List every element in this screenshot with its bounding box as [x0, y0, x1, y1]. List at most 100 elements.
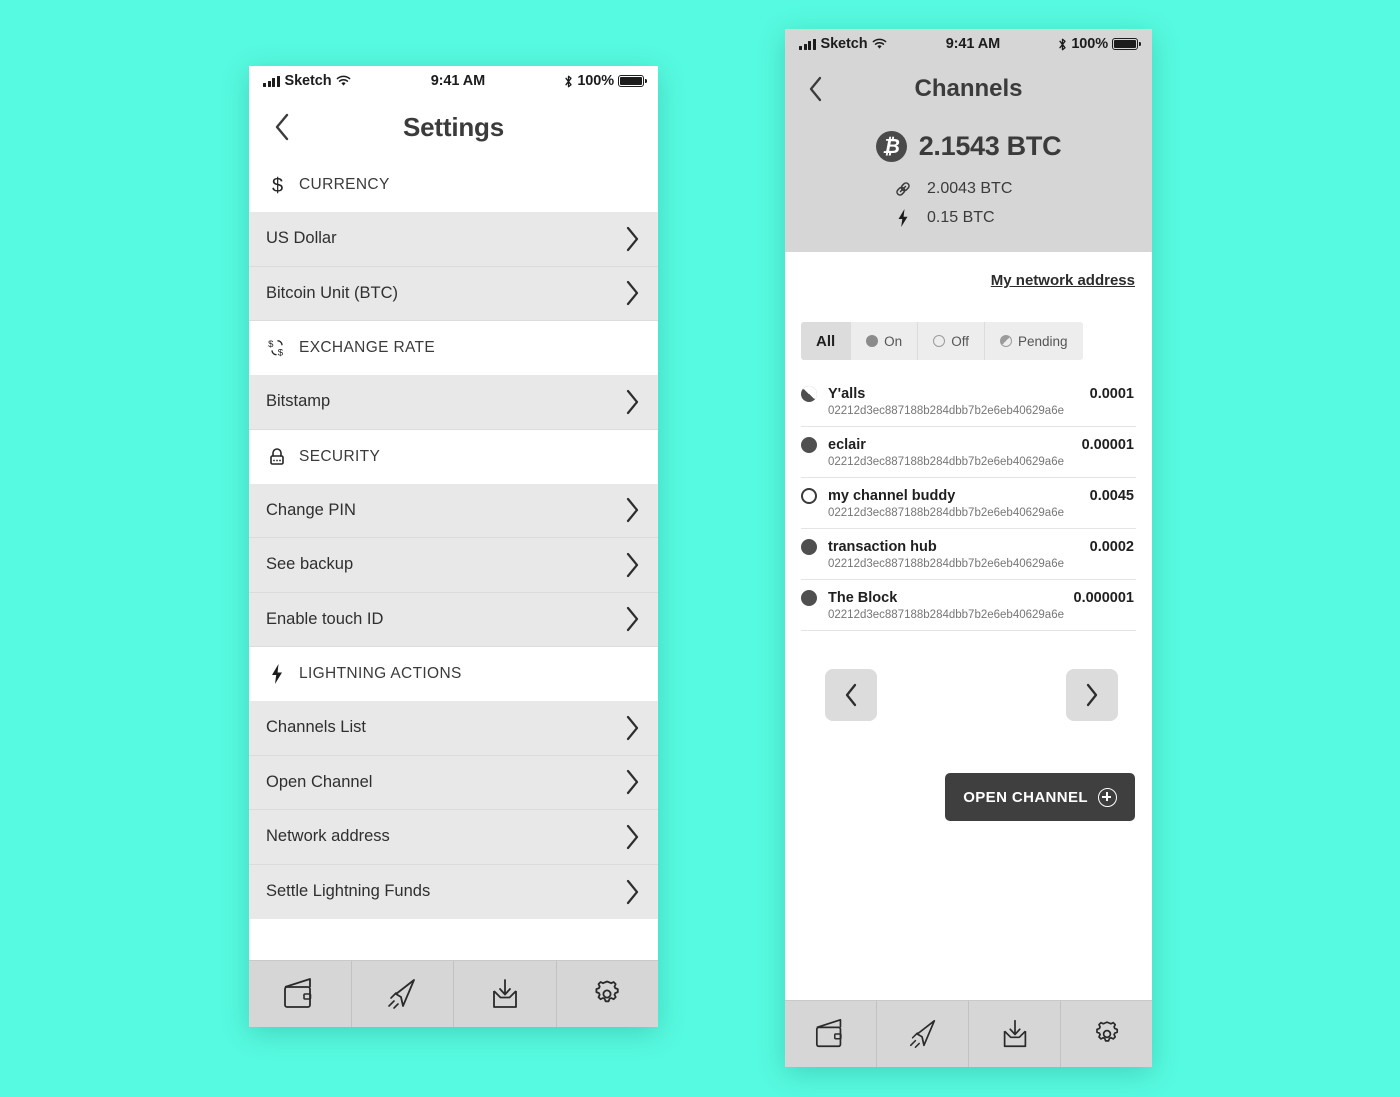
chevron-left-icon: [275, 113, 289, 141]
setting-row-us-dollar[interactable]: US Dollar: [249, 212, 658, 267]
battery-icon: [1112, 38, 1141, 50]
pagination-controls: [801, 631, 1136, 721]
status-on-icon: [801, 590, 817, 606]
channel-row-top: my channel buddy 0.0045: [801, 488, 1134, 504]
send-icon: [909, 1019, 935, 1048]
tab-wallet[interactable]: [785, 1001, 877, 1067]
channel-node-id: 02212d3ec887188b284dbb7b2e6eb40629a6e: [828, 609, 1064, 621]
chevron-right-icon: [625, 879, 640, 905]
sub-balances: 2.0043 BTC 0.15 BTC: [785, 174, 1152, 232]
setting-row-settle-lightning-funds[interactable]: Settle Lightning Funds: [249, 864, 658, 919]
setting-row-label: Change PIN: [266, 500, 356, 519]
section-header-security: SECURITY: [249, 429, 658, 484]
channel-row-top: Y'alls 0.0001: [801, 386, 1134, 402]
status-off-icon: [801, 488, 817, 504]
list-item[interactable]: The Block 0.000001 02212d3ec887188b284db…: [801, 580, 1136, 631]
battery-icon: [618, 75, 647, 87]
channel-row-top: transaction hub 0.0002: [801, 539, 1134, 555]
tab-receive[interactable]: [454, 961, 557, 1027]
lightning-bolt-icon: [266, 662, 288, 686]
list-item[interactable]: Y'alls 0.0001 02212d3ec887188b284dbb7b2e…: [801, 376, 1136, 427]
setting-row-bitstamp[interactable]: Bitstamp: [249, 375, 658, 430]
settings-nav-bar: Settings: [249, 96, 658, 158]
chain-link-icon: [893, 179, 913, 199]
send-icon: [388, 979, 416, 1009]
filter-tab-off[interactable]: Off: [918, 322, 985, 360]
prev-page-button[interactable]: [825, 669, 877, 721]
channel-amount: 0.0045: [1089, 488, 1134, 504]
setting-row-open-channel[interactable]: Open Channel: [249, 755, 658, 810]
status-bar-right: 100%: [564, 73, 647, 89]
chevron-right-icon: [625, 769, 640, 795]
status-pending-icon: [801, 386, 817, 402]
section-label: EXCHANGE RATE: [299, 339, 436, 356]
channel-node-id: 02212d3ec887188b284dbb7b2e6eb40629a6e: [828, 507, 1064, 519]
setting-row-label: US Dollar: [266, 229, 337, 248]
back-button[interactable]: [265, 107, 299, 147]
wallet-icon: [283, 978, 312, 1008]
list-item[interactable]: transaction hub 0.0002 02212d3ec887188b2…: [801, 529, 1136, 580]
phone-settings-screen: Sketch 9:41 AM 100% Settings $ CURRENCY …: [249, 66, 658, 1027]
lightning-bolt-icon: [893, 208, 913, 228]
setting-row-bitcoin-unit[interactable]: Bitcoin Unit (BTC): [249, 266, 658, 321]
bitcoin-icon: ₿: [875, 131, 907, 162]
section-header-exchange-rate: $ $ EXCHANGE RATE: [249, 321, 658, 375]
hollow-circle-icon: [933, 335, 946, 347]
open-channel-button[interactable]: OPEN CHANNEL: [945, 773, 1135, 821]
channel-name: my channel buddy: [828, 488, 956, 504]
filter-tab-all[interactable]: All: [801, 322, 852, 360]
next-page-button[interactable]: [1066, 669, 1118, 721]
status-bar-time: 9:41 AM: [945, 36, 1001, 52]
gear-icon: [1095, 1021, 1118, 1042]
setting-row-label: See backup: [266, 555, 354, 574]
onchain-balance-amount: 2.0043 BTC: [927, 179, 1013, 197]
battery-percent-label: 100%: [577, 73, 614, 89]
filter-label: On: [884, 333, 903, 349]
setting-row-channels-list[interactable]: Channels List: [249, 701, 658, 756]
bluetooth-icon: [1059, 38, 1066, 50]
chevron-right-icon: [1086, 683, 1098, 707]
battery-percent-label: 100%: [1071, 36, 1108, 52]
my-network-address-link[interactable]: My network address: [991, 272, 1135, 289]
status-bar-left: Sketch: [263, 73, 351, 89]
carrier-label: Sketch: [820, 36, 868, 52]
tab-settings[interactable]: [557, 961, 659, 1027]
setting-row-network-address[interactable]: Network address: [249, 810, 658, 865]
onchain-balance: 2.0043 BTC: [893, 174, 1152, 203]
tab-wallet[interactable]: [249, 961, 352, 1027]
setting-row-label: Bitcoin Unit (BTC): [266, 283, 399, 302]
tab-receive[interactable]: [969, 1001, 1061, 1067]
status-on-icon: [801, 437, 817, 453]
setting-row-change-pin[interactable]: Change PIN: [249, 483, 658, 538]
channel-row-top: The Block 0.000001: [801, 590, 1134, 606]
chevron-right-icon: [625, 280, 640, 306]
section-header-lightning-actions: LIGHTNING ACTIONS: [249, 647, 658, 701]
chevron-left-icon: [809, 76, 821, 102]
tab-send[interactable]: [352, 961, 454, 1027]
setting-row-enable-touch-id[interactable]: Enable touch ID: [249, 592, 658, 647]
back-button[interactable]: [799, 70, 831, 108]
signal-strength-icon: [263, 75, 280, 87]
status-on-icon: [801, 539, 817, 555]
chevron-right-icon: [625, 552, 640, 578]
setting-row-label: Open Channel: [266, 772, 373, 791]
setting-row-label: Network address: [266, 827, 390, 846]
carrier-label: Sketch: [284, 73, 332, 89]
filter-tab-on[interactable]: On: [851, 322, 919, 360]
setting-row-see-backup[interactable]: See backup: [249, 538, 658, 593]
section-header-currency: $ CURRENCY: [249, 158, 658, 212]
list-item[interactable]: eclair 0.00001 02212d3ec887188b284dbb7b2…: [801, 427, 1136, 478]
list-item[interactable]: my channel buddy 0.0045 02212d3ec887188b…: [801, 478, 1136, 529]
wallet-icon: [815, 1018, 842, 1048]
wifi-icon: [873, 38, 887, 49]
channel-name: eclair: [828, 437, 866, 453]
lock-icon: [266, 445, 288, 469]
dollar-icon: $: [266, 173, 288, 197]
lightning-balance-amount: 0.15 BTC: [927, 208, 995, 226]
section-label: CURRENCY: [299, 176, 390, 193]
filter-tab-pending[interactable]: Pending: [985, 322, 1083, 360]
tab-settings[interactable]: [1061, 1001, 1152, 1067]
tab-send[interactable]: [877, 1001, 969, 1067]
channel-list: Y'alls 0.0001 02212d3ec887188b284dbb7b2e…: [801, 376, 1136, 631]
signal-strength-icon: [799, 38, 816, 50]
